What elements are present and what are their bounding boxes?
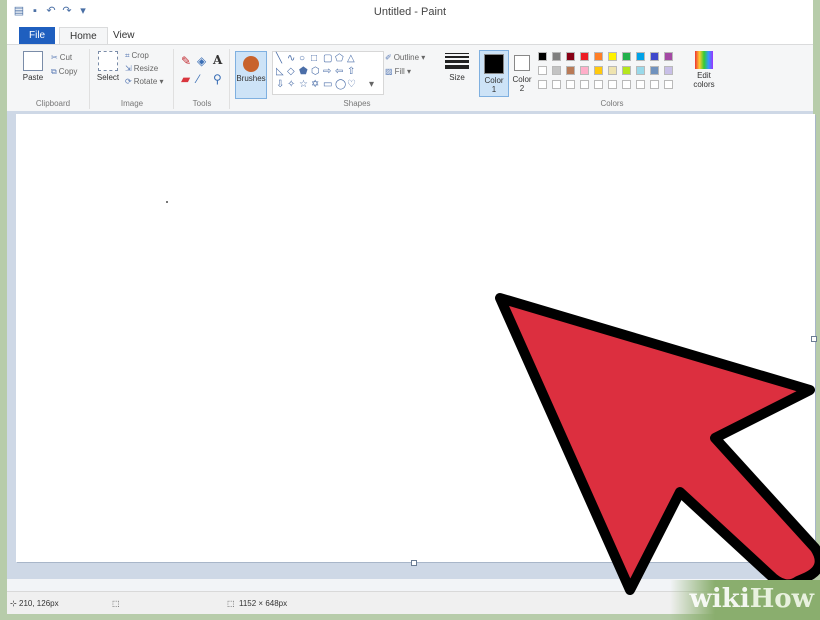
watermark-part1: wiki (689, 584, 750, 614)
watermark: wikiHow (670, 580, 820, 620)
arrow-shape (495, 293, 820, 595)
wikihow-logo: wikiHow (690, 584, 814, 614)
watermark-part2: How (749, 584, 814, 614)
red-pointer-arrow (495, 293, 820, 595)
